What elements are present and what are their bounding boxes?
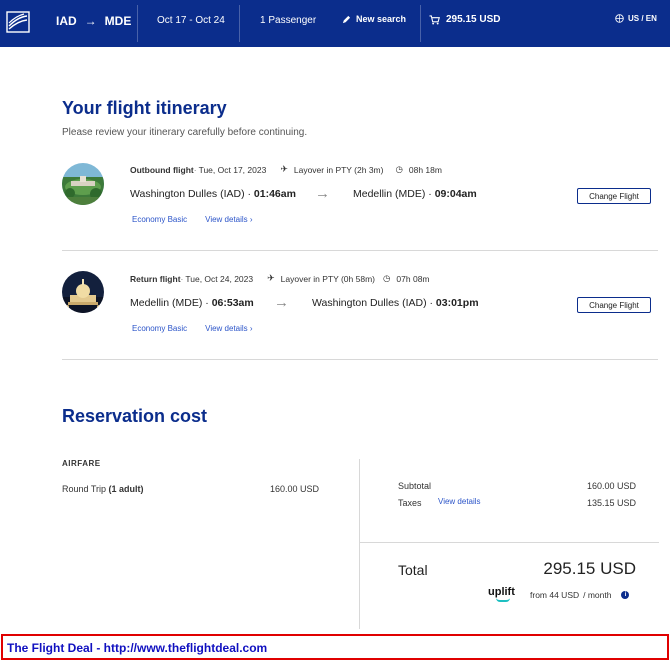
outbound-flight-card: Outbound flight · Tue, Oct 17, 2023 ✈ La… xyxy=(62,160,658,240)
flight-date: Tue, Oct 24, 2023 xyxy=(185,273,254,284)
arrival-city: Medellin (MDE) xyxy=(353,188,426,200)
uplift-from: from 44 USD xyxy=(530,590,580,600)
taxes-amount: 135.15 USD xyxy=(586,498,636,508)
flight-date: Tue, Oct 17, 2023 xyxy=(198,164,267,175)
clock-icon: ◷ xyxy=(383,273,391,283)
view-details-link[interactable]: View details › xyxy=(205,324,252,333)
chevron-right-icon: › xyxy=(249,215,253,224)
flight-duration: 08h 18m xyxy=(408,164,442,175)
clock-icon: ◷ xyxy=(395,164,403,174)
arrow-right-icon: → xyxy=(315,185,330,202)
arrow-right-icon: → xyxy=(274,294,289,311)
fare-class-link[interactable]: Economy Basic xyxy=(132,215,187,224)
locale-selector[interactable]: US / EN xyxy=(615,14,657,23)
plane-icon: ✈ xyxy=(267,273,275,283)
destination-code: MDE xyxy=(104,14,132,28)
cart-button[interactable]: 295.15 USD xyxy=(429,14,500,25)
arrival-time: 09:04am xyxy=(434,188,477,200)
uplift-per-month: / month xyxy=(583,590,612,600)
change-flight-button[interactable]: Change Flight xyxy=(577,188,651,204)
outbound-departure: Washington Dulles (IAD) · 01:46am xyxy=(130,188,296,200)
reservation-cost-title: Reservation cost xyxy=(62,406,208,426)
washington-photo xyxy=(62,163,104,205)
origin-code: IAD xyxy=(56,14,77,28)
departure-time: 01:46am xyxy=(253,188,296,200)
departure-time: 06:53am xyxy=(211,297,254,309)
top-bar: IAD → MDE Oct 17 - Oct 24 1 Passenger Ne… xyxy=(0,0,670,47)
uplift-logo[interactable]: uplift xyxy=(488,586,515,602)
trip-dates[interactable]: Oct 17 - Oct 24 xyxy=(157,15,225,26)
header-divider xyxy=(137,5,138,42)
plane-icon: ✈ xyxy=(280,164,288,174)
taxes-label: Taxes xyxy=(398,498,422,508)
header-divider xyxy=(239,5,240,42)
cost-vertical-divider xyxy=(359,459,360,629)
pencil-icon xyxy=(342,15,351,23)
airfare-heading: AIRFARE xyxy=(62,459,101,468)
return-departure: Medellin (MDE) · 06:53am xyxy=(130,297,254,309)
passenger-count[interactable]: 1 Passenger xyxy=(260,15,316,26)
arrival-city: Washington Dulles (IAD) xyxy=(312,297,427,309)
itinerary-title: Your flight itinerary xyxy=(62,98,227,118)
flight-label: Return flight xyxy=(130,273,181,284)
section-divider xyxy=(62,250,658,251)
departure-city: Washington Dulles (IAD) xyxy=(130,188,245,200)
fare-class-link[interactable]: Economy Basic xyxy=(132,324,187,333)
return-flight-card: Return flight · Tue, Oct 24, 2023 ✈ Layo… xyxy=(62,269,658,349)
locale-label: US / EN xyxy=(628,14,657,23)
uplift-financing: from 44 USD / month i xyxy=(530,590,630,600)
layover-info: Layover in PTY (2h 3m) xyxy=(293,164,384,175)
total-label: Total xyxy=(398,562,428,578)
arrival-time: 03:01pm xyxy=(435,297,479,309)
cart-icon xyxy=(429,14,440,25)
watermark-text: The Flight Deal - http://www.theflightde… xyxy=(7,641,268,655)
return-arrival: Washington Dulles (IAD) · 03:01pm xyxy=(312,297,479,309)
total-amount: 295.15 USD xyxy=(543,559,636,578)
new-search-label: New search xyxy=(356,14,407,24)
chevron-right-icon: › xyxy=(249,324,253,333)
route-summary[interactable]: IAD → MDE xyxy=(56,14,131,28)
outbound-meta: Outbound flight · Tue, Oct 17, 2023 ✈ La… xyxy=(130,164,442,175)
flight-duration: 07h 08m xyxy=(396,273,430,284)
return-meta: Return flight · Tue, Oct 24, 2023 ✈ Layo… xyxy=(130,273,430,284)
change-flight-button[interactable]: Change Flight xyxy=(577,297,651,313)
outbound-arrival: Medellin (MDE) · 09:04am xyxy=(353,188,477,200)
info-icon[interactable]: i xyxy=(621,591,630,599)
subtotal-amount: 160.00 USD xyxy=(586,481,636,491)
subtotal-label: Subtotal xyxy=(398,481,432,491)
section-divider xyxy=(62,359,658,360)
uplift-smile-icon xyxy=(496,598,510,602)
capitol-photo xyxy=(62,271,104,313)
departure-city: Medellin (MDE) xyxy=(130,297,203,309)
header-divider xyxy=(420,5,421,42)
watermark-banner: The Flight Deal - http://www.theflightde… xyxy=(1,634,669,660)
cart-total: 295.15 USD xyxy=(446,14,501,25)
total-divider xyxy=(359,542,659,543)
arrow-right-icon: → xyxy=(84,14,97,28)
airline-logo-icon[interactable] xyxy=(6,11,30,33)
round-trip-label: Round Trip (1 adult) xyxy=(62,484,144,494)
flight-label: Outbound flight xyxy=(130,164,194,175)
layover-info: Layover in PTY (0h 58m) xyxy=(280,273,375,284)
new-search-button[interactable]: New search xyxy=(342,14,406,24)
itinerary-subtitle: Please review your itinerary carefully b… xyxy=(62,127,308,138)
taxes-view-details-link[interactable]: View details xyxy=(438,497,481,506)
globe-icon xyxy=(615,14,624,23)
view-details-link[interactable]: View details › xyxy=(205,215,252,224)
airfare-amount: 160.00 USD xyxy=(270,484,320,494)
